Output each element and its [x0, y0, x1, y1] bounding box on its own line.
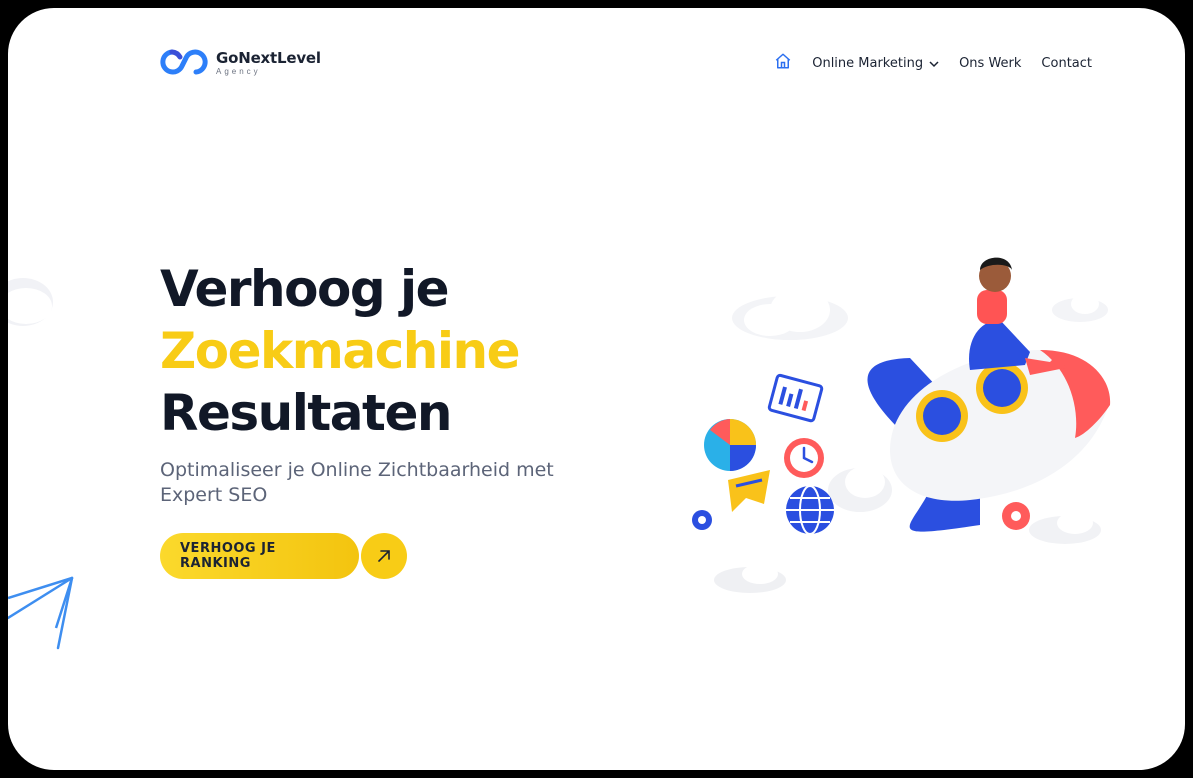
cloud-decoration: [1052, 294, 1108, 322]
nav-item-contact[interactable]: Contact: [1041, 56, 1092, 71]
cloud-decoration: [732, 288, 848, 340]
clock-icon: [784, 438, 824, 478]
home-icon[interactable]: [774, 52, 792, 75]
nav-item-online-marketing[interactable]: Online Marketing: [812, 56, 939, 71]
globe-icon: [786, 485, 834, 535]
brand-sub: Agency: [216, 66, 261, 76]
hero-section: Verhoog je Zoekmachine Resultaten Optima…: [160, 258, 600, 508]
brand-name: GoNextLevel: [216, 48, 321, 67]
nav-item-label: Online Marketing: [812, 56, 924, 71]
cloud-decoration: [1029, 512, 1101, 544]
page-frame: GoNextLevel Agency Online Marketing Ons …: [8, 8, 1185, 770]
cloud-decoration: [714, 564, 786, 593]
nav-item-ons-werk[interactable]: Ons Werk: [959, 56, 1021, 71]
hero-subtitle: Optimaliseer je Online Zichtbaarheid met…: [160, 459, 554, 506]
message-icon: [728, 470, 770, 512]
main-nav: Online Marketing Ons Werk Contact: [774, 52, 1092, 75]
chevron-down-icon: [929, 60, 939, 67]
hero-heading-line-1: Verhoog je: [160, 260, 450, 318]
gear-icon: [1002, 502, 1030, 530]
cloud-decoration: [8, 278, 53, 326]
pie-chart-icon: [704, 419, 756, 471]
verhoog-ranking-button[interactable]: VERHOOG JE RANKING: [160, 533, 359, 579]
rocket-illustration: [692, 257, 1111, 593]
paper-plane-doodle: [8, 576, 74, 650]
cta-group: VERHOOG JE RANKING: [160, 533, 407, 579]
gear-icon: [692, 510, 712, 530]
arrow-up-right-icon[interactable]: [361, 533, 407, 579]
brand-logo[interactable]: GoNextLevel Agency: [160, 48, 321, 76]
document-chart-icon: [767, 373, 824, 423]
hero-heading-line-3: Resultaten: [160, 384, 452, 442]
hero-heading-line-2: Zoekmachine: [160, 322, 521, 380]
infinity-logo-icon: [160, 49, 208, 75]
cloud-decoration: [828, 466, 892, 512]
